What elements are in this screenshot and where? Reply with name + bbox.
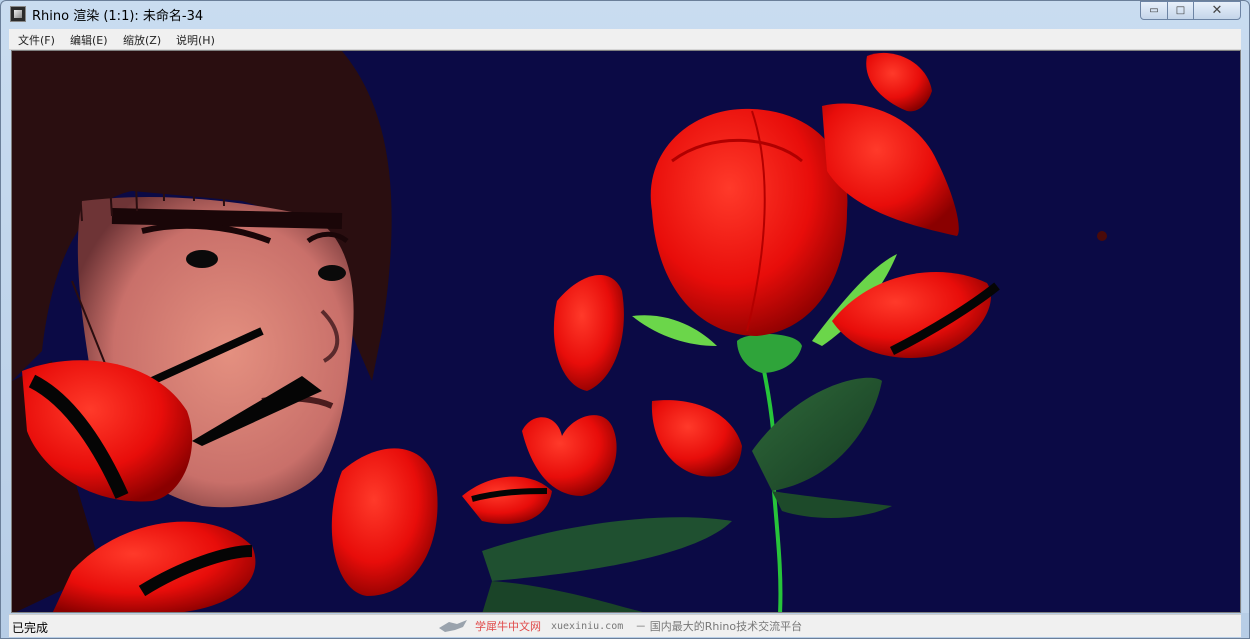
minimize-button[interactable]: ▭ (1140, 1, 1168, 20)
rendered-scene (12, 51, 1107, 612)
minimize-icon: ▭ (1149, 5, 1159, 16)
close-icon: ✕ (1211, 3, 1223, 18)
petal-mid-left (553, 274, 624, 391)
rhino-logo-icon (439, 620, 467, 632)
menu-edit[interactable]: 编辑(E) (70, 32, 108, 48)
petal-right (832, 271, 1000, 358)
watermark-brand: 学犀牛中文网 (475, 620, 541, 633)
menu-help[interactable]: 说明(H) (176, 32, 215, 48)
seed-dot (1097, 231, 1107, 241)
status-text: 已完成 (12, 621, 49, 635)
title-bar[interactable]: Rhino 渲染 (1:1): 未命名-34 ▭ □ ✕ (1, 1, 1249, 27)
render-window: Rhino 渲染 (1:1): 未命名-34 ▭ □ ✕ 文件(F) 编辑(E)… (0, 0, 1250, 639)
window-frame-right (1242, 50, 1249, 613)
maximize-button[interactable]: □ (1167, 1, 1194, 20)
menu-bar: 文件(F) 编辑(E) 缩放(Z) 说明(H) (9, 29, 1241, 50)
watermark-slogan: － 国内最大的Rhino技术交流平台 (635, 620, 803, 633)
petal-cluster-low (462, 415, 617, 524)
window-title: Rhino 渲染 (1:1): 未命名-34 (32, 9, 204, 24)
petal-center (651, 400, 742, 477)
menu-file[interactable]: 文件(F) (18, 32, 55, 48)
rhino-render-icon[interactable] (10, 6, 26, 22)
rose-bloom (650, 108, 848, 336)
status-bar: 已完成 学犀牛中文网 xuexiniu.com － 国内最大的Rhino技术交流… (9, 614, 1241, 637)
petal-center-low (331, 448, 438, 596)
render-viewport[interactable] (11, 50, 1241, 613)
watermark: 学犀牛中文网 xuexiniu.com － 国内最大的Rhino技术交流平台 (437, 617, 802, 635)
watermark-url: xuexiniu.com (551, 620, 624, 632)
maximize-icon: □ (1175, 5, 1186, 16)
close-button[interactable]: ✕ (1193, 1, 1241, 20)
menu-zoom[interactable]: 缩放(Z) (123, 32, 161, 48)
